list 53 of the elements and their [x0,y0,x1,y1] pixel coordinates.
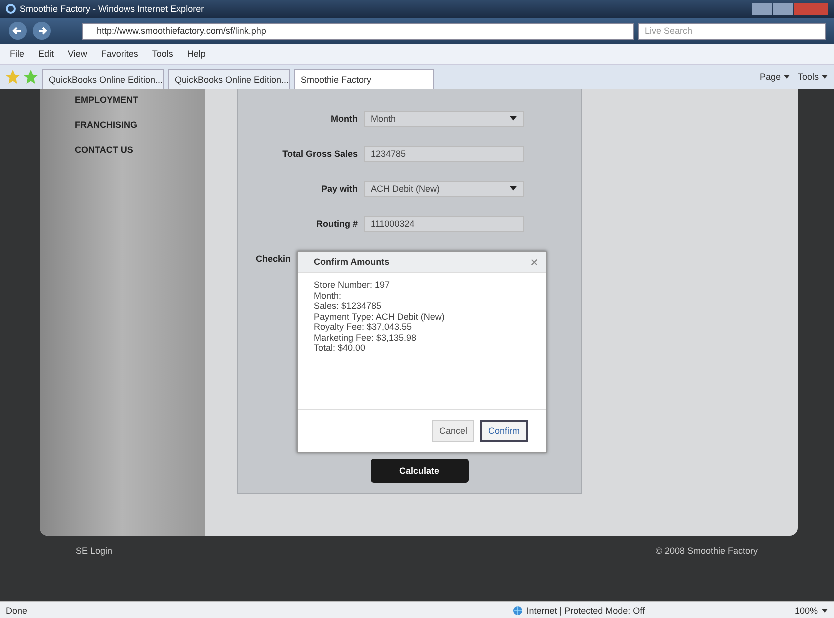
close-icon[interactable] [531,258,538,266]
summary-line: Payment Type: ACH Debit (New) [314,312,446,322]
dialog-button[interactable]: Confirm [480,420,528,442]
footer-link[interactable]: SE Login [76,546,113,601]
menu-item[interactable]: Tools [152,49,174,59]
browser-tab[interactable]: QuickBooks Online Edition... [168,69,290,89]
caret-icon [784,75,790,79]
address-field[interactable]: http://www.smoothiefactory.com/sf/link.php [82,22,634,40]
sidebar-link[interactable]: FRANCHISING [75,120,205,130]
browser-tab[interactable]: Smoothie Factory [294,69,434,89]
calculate-button[interactable]: Calculate [370,459,468,483]
caret-icon [822,75,828,79]
star-icon[interactable] [6,70,20,84]
field-label: Checkin [255,254,292,264]
dropdown-field[interactable]: Month [364,110,524,126]
menu-item[interactable]: View [68,49,88,59]
globe-icon [512,606,523,616]
status-text: Done [6,606,28,616]
browser-tab[interactable]: QuickBooks Online Edition... [42,69,164,89]
summary-line: Store Number: 197 [314,280,392,290]
menu-item[interactable]: Help [187,49,206,59]
summary-line: Marketing Fee: $3,135.98 [314,332,418,343]
back-icon[interactable] [8,21,28,41]
security-zone-text: Internet | Protected Mode: Off [526,606,645,616]
menu-item[interactable]: Favorites [101,49,138,59]
input-field[interactable]: 111000324 [364,216,524,232]
copyright-text: © 2008 Smoothie Factory [656,546,758,558]
command-button[interactable]: Tools [798,72,828,82]
sidebar-link[interactable]: EMPLOYMENT [75,95,205,105]
field-label: Routing # [316,218,359,228]
caret-icon[interactable] [822,609,828,613]
sidebar-link[interactable]: CONTACT US [75,145,205,155]
summary-line: Month: [314,290,343,301]
menu-item[interactable]: Edit [38,49,54,59]
dialog-title: Confirm Amounts [314,257,390,267]
command-button[interactable]: Page [760,72,790,82]
window-controls[interactable] [752,3,828,15]
summary-line: Royalty Fee: $37,043.55 [314,322,414,332]
summary-line: Total: $40.00 [314,343,367,354]
zoom-level[interactable]: 100% [794,606,818,616]
summary-line: Sales: $1234785 [314,301,383,312]
dialog-button[interactable]: Cancel [432,420,474,442]
caret-icon [510,186,517,191]
field-label: Pay with [320,184,359,194]
dropdown-field[interactable]: ACH Debit (New) [364,180,524,196]
input-field[interactable]: 1234785 [364,146,524,162]
menu-item[interactable]: File [10,49,25,59]
field-label: Month [330,114,359,124]
caret-icon [510,116,517,121]
window-title: Smoothie Factory - Windows Internet Explorer [20,4,204,14]
browser-logo-icon [6,4,16,14]
field-label: Total Gross Sales [282,148,359,158]
forward-icon[interactable] [32,21,52,41]
